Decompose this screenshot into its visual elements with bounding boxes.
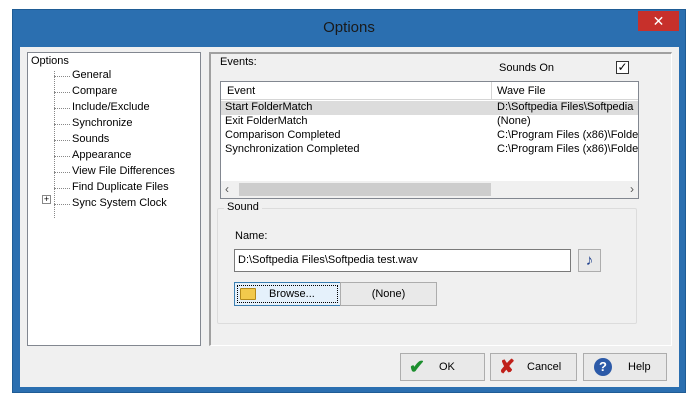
sounds-panel: Events: Sounds On ✓ Event Wave File Star…: [209, 52, 672, 346]
events-list-header: Event Wave File: [221, 82, 638, 100]
event-wave-file: D:\Softpedia Files\Softpedia: [497, 101, 634, 113]
options-window: Options ✕ Options General Compare Includ…: [12, 9, 686, 393]
event-row[interactable]: Synchronization Completed C:\Program Fil…: [221, 143, 638, 157]
tree-connector: [54, 76, 70, 77]
tree-connector: [54, 172, 70, 173]
event-wave-file: (None): [497, 115, 531, 127]
sound-group-label: Sound: [224, 201, 262, 213]
event-name: Start FolderMatch: [225, 101, 313, 113]
none-button[interactable]: (None): [340, 282, 437, 306]
tree-connector: [54, 140, 70, 141]
events-list[interactable]: Event Wave File Start FolderMatch D:\Sof…: [220, 81, 639, 199]
help-button[interactable]: ? Help: [583, 353, 667, 381]
tree-connector: [54, 92, 70, 93]
event-row[interactable]: Comparison Completed C:\Program Files (x…: [221, 129, 638, 143]
tree-item-sounds[interactable]: Sounds: [72, 133, 109, 145]
browse-button[interactable]: Browse...: [234, 282, 341, 306]
event-name: Exit FolderMatch: [225, 115, 308, 127]
events-label: Events:: [220, 56, 257, 68]
tree-item-find-duplicate-files[interactable]: Find Duplicate Files: [72, 181, 169, 193]
ok-label: OK: [439, 361, 455, 373]
window-title: Options: [323, 19, 375, 36]
event-name: Synchronization Completed: [225, 143, 360, 155]
scroll-left-icon[interactable]: ‹: [225, 182, 229, 196]
music-note-icon: ♪: [585, 252, 594, 269]
browse-button-label: Browse...: [269, 288, 315, 300]
cancel-button[interactable]: ✘ Cancel: [490, 353, 577, 381]
sound-group: Sound Name: D:\Softpedia Files\Softpedia…: [217, 201, 637, 324]
cancel-label: Cancel: [527, 361, 562, 373]
tree-connector: [54, 156, 70, 157]
help-label: Help: [628, 361, 651, 373]
close-button[interactable]: ✕: [638, 11, 679, 31]
tree-connector: [54, 108, 70, 109]
tree-item-include-exclude[interactable]: Include/Exclude: [72, 101, 150, 113]
tree-connector: [54, 71, 55, 218]
horizontal-scrollbar[interactable]: ‹ ›: [221, 181, 638, 198]
event-wave-file: C:\Program Files (x86)\Folde: [497, 143, 639, 155]
name-label: Name:: [235, 230, 268, 242]
event-row[interactable]: Exit FolderMatch (None): [221, 115, 638, 129]
tree-item-appearance[interactable]: Appearance: [72, 149, 131, 161]
title-bar[interactable]: Options ✕: [13, 10, 685, 44]
cancel-x-icon: ✘: [499, 357, 515, 378]
help-icon: ?: [594, 358, 612, 376]
ok-button[interactable]: ✔ OK: [400, 353, 485, 381]
sounds-on-label: Sounds On: [499, 62, 555, 74]
sound-path-input[interactable]: D:\Softpedia Files\Softpedia test.wav: [234, 249, 571, 272]
event-name: Comparison Completed: [225, 129, 341, 141]
scroll-right-icon[interactable]: ›: [630, 182, 634, 196]
column-header-event[interactable]: Event: [227, 85, 255, 97]
tree-item-sync-system-clock[interactable]: Sync System Clock: [72, 197, 167, 209]
tree-connector: [54, 188, 70, 189]
tree-connector: [54, 204, 70, 205]
play-sound-button[interactable]: ♪: [578, 249, 601, 272]
column-divider[interactable]: [491, 82, 492, 100]
column-header-wave-file[interactable]: Wave File: [497, 85, 546, 97]
dialog-client-area: Options General Compare Include/Exclude …: [20, 47, 679, 387]
folder-icon: [240, 288, 256, 300]
tree-item-compare[interactable]: Compare: [72, 85, 117, 97]
options-tree[interactable]: Options General Compare Include/Exclude …: [27, 52, 201, 346]
tree-root-options[interactable]: Options: [31, 55, 69, 67]
tree-item-general[interactable]: General: [72, 69, 111, 81]
tree-connector: [54, 124, 70, 125]
tree-item-synchronize[interactable]: Synchronize: [72, 117, 133, 129]
tree-item-view-file-differences[interactable]: View File Differences: [72, 165, 175, 177]
scrollbar-thumb[interactable]: [239, 183, 491, 196]
expand-icon[interactable]: +: [42, 195, 51, 204]
event-row[interactable]: Start FolderMatch D:\Softpedia Files\Sof…: [221, 101, 638, 115]
checkmark-icon: ✔: [409, 357, 425, 378]
sounds-on-checkbox[interactable]: ✓: [616, 61, 629, 74]
event-wave-file: C:\Program Files (x86)\Folde: [497, 129, 639, 141]
